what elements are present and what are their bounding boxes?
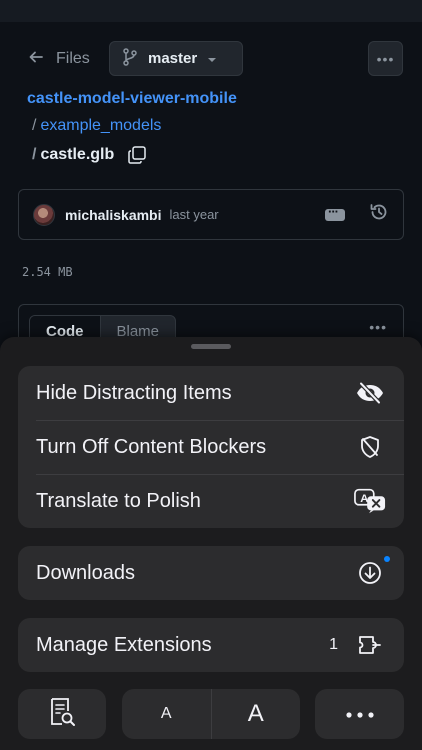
arrow-left-icon <box>28 49 44 70</box>
history-icon[interactable] <box>369 202 389 227</box>
path-separator: / <box>32 146 37 163</box>
reader-mode-button[interactable] <box>18 689 106 739</box>
breadcrumb-file: / castle.glb <box>32 146 147 164</box>
font-size-control: A A <box>122 689 300 739</box>
page-search-icon <box>48 697 76 732</box>
copy-icon[interactable] <box>128 146 147 164</box>
ellipsis-icon: ••• <box>376 50 395 67</box>
code-more-icon[interactable]: ••• <box>369 319 387 335</box>
branch-name: master <box>148 50 198 67</box>
menu-item-content-blockers[interactable]: Turn Off Content Blockers <box>18 420 404 474</box>
decrease-font-button[interactable]: A <box>122 689 211 739</box>
more-menu-button[interactable] <box>315 689 404 739</box>
increase-font-button[interactable]: A <box>210 689 301 739</box>
ellipsis-icon <box>345 705 374 723</box>
menu-item-label: Translate to Polish <box>36 489 201 512</box>
menu-item-label: Downloads <box>36 561 135 584</box>
shield-slash-icon <box>354 431 386 463</box>
menu-item-translate[interactable]: Translate to Polish A <box>18 474 404 528</box>
sheet-grabber[interactable] <box>191 344 231 349</box>
menu-item-label: Hide Distracting Items <box>36 381 232 404</box>
latest-commit-box: michaliskambi last year <box>18 189 404 240</box>
folder-link[interactable]: example_models <box>40 117 161 135</box>
download-icon <box>354 557 386 589</box>
commit-time: last year <box>169 207 219 222</box>
downloads-group: Downloads <box>18 546 404 600</box>
commit-author[interactable]: michaliskambi <box>65 207 162 223</box>
file-size: 2.54 MB <box>22 265 73 279</box>
menu-item-label: Manage Extensions <box>36 633 212 656</box>
git-branch-icon <box>122 47 138 70</box>
breadcrumb-folder: / example_models <box>32 117 161 135</box>
translate-icon: A <box>354 485 386 517</box>
more-options-button[interactable]: ••• <box>368 41 403 76</box>
path-separator: / <box>32 117 37 134</box>
status-bar <box>0 0 422 22</box>
menu-item-extensions[interactable]: Manage Extensions 1 <box>18 618 404 672</box>
back-to-files-link[interactable]: Files <box>28 48 90 70</box>
branch-selector-button[interactable]: master <box>109 41 243 76</box>
extensions-count: 1 <box>329 636 338 653</box>
menu-item-label: Turn Off Content Blockers <box>36 435 267 458</box>
back-label: Files <box>56 50 90 67</box>
eye-slash-icon <box>354 377 386 409</box>
menu-item-hide-distracting[interactable]: Hide Distracting Items <box>18 366 404 420</box>
content-options-group: Hide Distracting Items Turn Off Content … <box>18 366 404 528</box>
caret-down-icon <box>207 50 217 67</box>
file-name: castle.glb <box>40 146 115 163</box>
avatar[interactable] <box>33 203 55 226</box>
commit-message-toggle-icon[interactable] <box>325 204 345 221</box>
new-download-dot <box>384 556 390 562</box>
extensions-group: Manage Extensions 1 <box>18 618 404 672</box>
menu-item-downloads[interactable]: Downloads <box>18 546 404 600</box>
repo-link[interactable]: castle-model-viewer-mobile <box>27 90 237 108</box>
extension-icon <box>354 629 386 661</box>
